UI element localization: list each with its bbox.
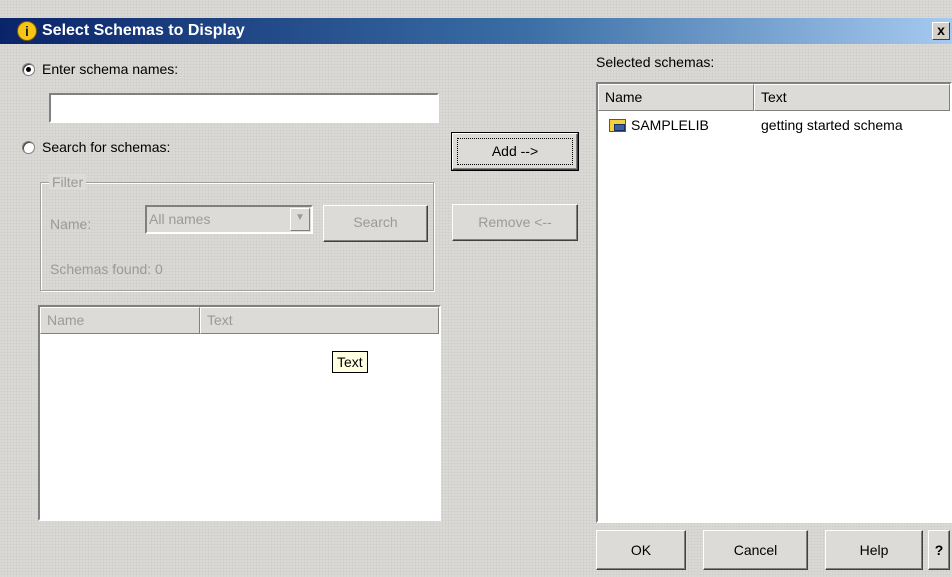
column-header-text[interactable]: Text [200,307,439,334]
name-filter-select[interactable]: All names ▼ [145,205,313,234]
close-button[interactable]: x [932,22,950,40]
context-help-button[interactable]: ? [928,530,950,570]
chevron-down-icon[interactable]: ▼ [290,208,310,231]
filter-group: Filter Name: All names ▼ Search Schemas … [40,174,434,291]
ok-button[interactable]: OK [596,530,686,570]
search-results-header: Name Text [40,307,439,334]
schemas-found-text: Schemas found: 0 [50,261,163,277]
column-header-name[interactable]: Name [598,84,754,111]
enter-schema-names-radio[interactable] [22,62,35,76]
remove-button[interactable]: Remove <-- [452,204,578,241]
selected-schemas-header: Name Text [598,84,950,111]
help-button[interactable]: Help [825,530,923,570]
cancel-button[interactable]: Cancel [703,530,808,570]
search-schemas-radio[interactable] [22,140,35,154]
focus-rect [457,138,573,165]
column-tooltip: Text [332,351,368,373]
dialog-title: Select Schemas to Display [42,22,245,39]
name-filter-value: All names [149,211,211,227]
selected-schemas-label: Selected schemas: [596,54,715,70]
add-button[interactable]: Add --> [451,132,579,171]
name-filter-label: Name: [50,216,92,232]
enter-schema-names-label: Enter schema names: [42,61,179,77]
column-header-text[interactable]: Text [754,84,950,111]
schema-names-input[interactable] [49,93,439,123]
search-schemas-label: Search for schemas: [42,139,171,155]
filter-legend: Filter [49,174,87,190]
row-text: getting started schema [761,117,903,133]
search-schemas-option[interactable]: Search for schemas: [22,139,170,155]
enter-schema-names-option[interactable]: Enter schema names: [22,61,178,77]
column-header-name[interactable]: Name [40,307,200,334]
table-row[interactable]: SAMPLELIB getting started schema [598,114,950,138]
select-schemas-dialog: i Select Schemas to Display x Enter sche… [0,0,952,577]
folder-icon [609,119,626,132]
selected-schemas-list[interactable]: Name Text SAMPLELIB getting started sche… [596,82,952,523]
search-results-list[interactable]: Name Text [38,305,441,521]
title-bar[interactable]: i Select Schemas to Display x [0,18,952,44]
row-name: SAMPLELIB [631,117,709,133]
search-button[interactable]: Search [323,205,428,242]
info-icon: i [17,21,37,41]
